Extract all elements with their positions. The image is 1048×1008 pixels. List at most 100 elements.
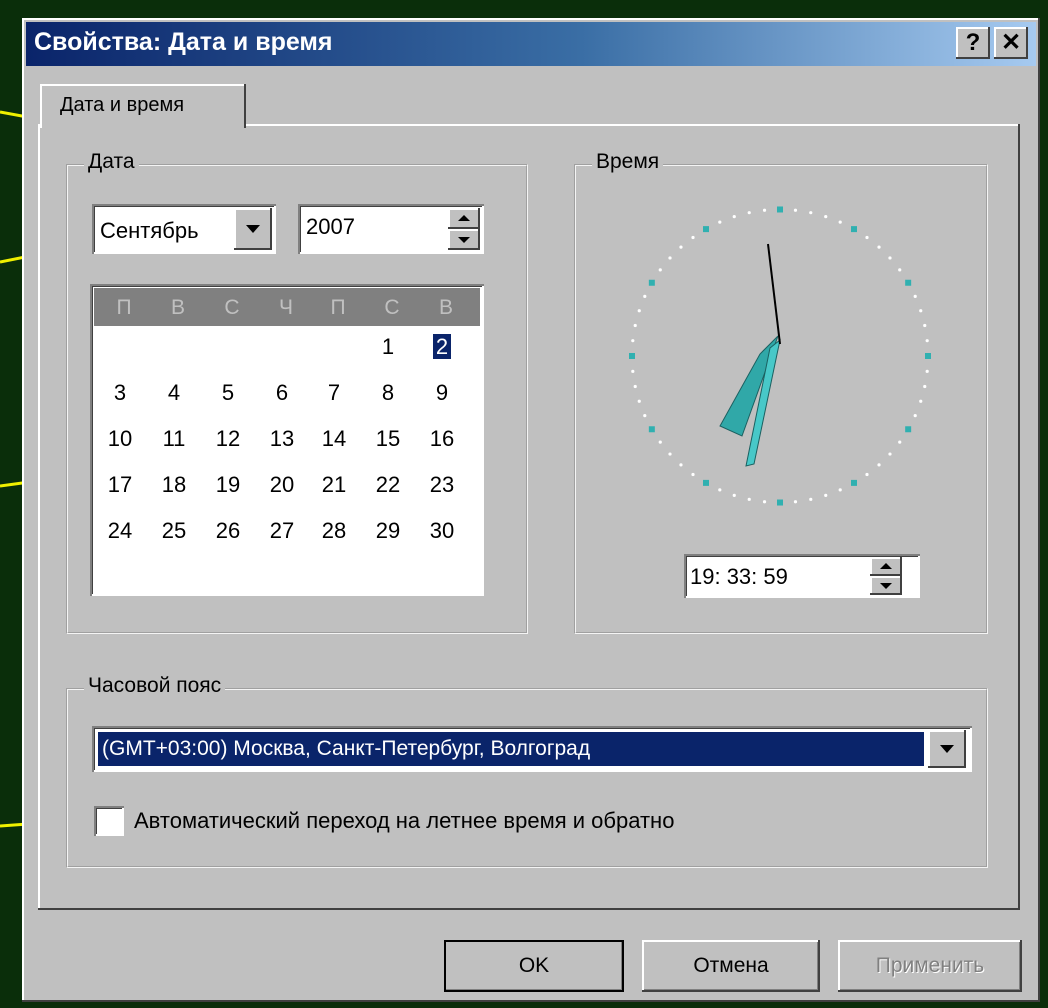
clock-minute-dot: [668, 452, 672, 456]
month-dropdown-button[interactable]: [234, 208, 272, 250]
ok-button[interactable]: OK: [444, 940, 624, 992]
clock-minute-dot: [631, 369, 635, 373]
calendar-day[interactable]: 28: [308, 518, 360, 544]
ok-label: OK: [518, 954, 550, 977]
clock-minute-dot: [898, 440, 902, 444]
arrow-up-icon: [880, 563, 892, 569]
calendar-day[interactable]: 10: [94, 426, 146, 452]
calendar-day[interactable]: 18: [148, 472, 200, 498]
month-select[interactable]: Сентябрь: [92, 204, 276, 254]
chevron-down-icon: [246, 225, 260, 233]
clock-hour-mark: [851, 226, 857, 233]
time-up-button[interactable]: [870, 557, 902, 576]
clock-minute-dot: [718, 220, 722, 224]
help-button[interactable]: ?: [956, 27, 990, 59]
weekday-label: П: [116, 296, 132, 319]
calendar-day[interactable]: 6: [256, 380, 308, 406]
calendar-day[interactable]: 9: [416, 380, 468, 406]
close-button[interactable]: ✕: [994, 27, 1028, 59]
month-value: Сентябрь: [100, 218, 199, 243]
clock-minute-dot: [637, 309, 641, 313]
calendar-day[interactable]: 25: [148, 518, 200, 544]
time-stepper[interactable]: 19: 33: 59: [684, 554, 920, 598]
clock-hour-mark: [703, 226, 709, 233]
clock-minute-dot: [809, 497, 813, 501]
calendar[interactable]: П В С Ч П С В 1 2 3 4 5 6 7 8 9 10 11 12 13 14 15 16 17 1…: [90, 284, 484, 596]
weekday-label: П: [330, 296, 346, 319]
timezone-group-label: Часовой пояс: [84, 674, 226, 698]
clock-minute-dot: [838, 220, 842, 224]
clock-minute-dot: [658, 268, 662, 272]
year-down-button[interactable]: [448, 229, 480, 250]
time-value: 19: 33: 59: [690, 564, 788, 589]
calendar-day[interactable]: 23: [416, 472, 468, 498]
timezone-select[interactable]: (GMT+03:00) Москва, Санкт-Петербург, Вол…: [92, 726, 972, 772]
calendar-day[interactable]: 24: [94, 518, 146, 544]
calendar-day[interactable]: 11: [148, 426, 200, 452]
calendar-day[interactable]: 7: [308, 380, 360, 406]
calendar-day[interactable]: 4: [148, 380, 200, 406]
clock-hour-mark: [703, 479, 709, 486]
clock-minute-dot: [679, 463, 683, 467]
calendar-day[interactable]: 12: [202, 426, 254, 452]
calendar-day[interactable]: 27: [256, 518, 308, 544]
clock-minute-dot: [691, 235, 695, 240]
calendar-day[interactable]: 19: [202, 472, 254, 498]
time-group-label: Время: [592, 150, 664, 174]
dst-checkbox[interactable]: [94, 806, 124, 836]
clock-minute-dot: [637, 399, 641, 403]
calendar-day[interactable]: 16: [416, 426, 468, 452]
clock-minute-dot: [925, 339, 929, 343]
clock-minute-dot: [732, 215, 736, 219]
arrow-down-icon: [458, 237, 470, 243]
arrow-down-icon: [880, 583, 892, 589]
clock-second-hand: [767, 243, 781, 345]
weekday-label: В: [170, 296, 185, 319]
clock-minute-dot: [747, 211, 751, 215]
calendar-day-selected[interactable]: 2: [416, 334, 468, 360]
clock-hour-mark: [905, 279, 912, 286]
clock-minute-dot: [762, 208, 767, 212]
calendar-day[interactable]: 26: [202, 518, 254, 544]
clock-minute-dot: [919, 309, 923, 313]
calendar-day[interactable]: 14: [308, 426, 360, 452]
close-icon: ✕: [1000, 29, 1022, 56]
year-up-button[interactable]: [448, 208, 480, 229]
arrow-up-icon: [458, 215, 470, 221]
year-stepper[interactable]: 2007: [298, 204, 484, 254]
calendar-day[interactable]: 17: [94, 472, 146, 498]
clock-minute-dot: [747, 497, 751, 501]
clock-minute-dot: [718, 488, 722, 492]
calendar-day[interactable]: 3: [94, 380, 146, 406]
apply-label: Применить: [875, 954, 985, 977]
calendar-day[interactable]: 5: [202, 380, 254, 406]
calendar-day[interactable]: 30: [416, 518, 468, 544]
clock-hour-mark: [925, 353, 931, 359]
tab-date-time[interactable]: Дата и время: [40, 84, 246, 128]
cancel-button[interactable]: Отмена: [642, 940, 820, 992]
clock-minute-dot: [824, 215, 828, 219]
time-down-button[interactable]: [870, 576, 902, 595]
clock-minute-dot: [658, 440, 662, 444]
calendar-day[interactable]: 21: [308, 472, 360, 498]
calendar-day[interactable]: 20: [256, 472, 308, 498]
chevron-down-icon: [940, 745, 954, 753]
clock-minute-dot: [898, 268, 902, 272]
calendar-day[interactable]: 8: [362, 380, 414, 406]
clock-hour-mark: [851, 479, 857, 486]
calendar-day[interactable]: 13: [256, 426, 308, 452]
calendar-day[interactable]: 22: [362, 472, 414, 498]
timezone-selected: (GMT+03:00) Москва, Санкт-Петербург, Вол…: [98, 732, 924, 766]
dst-label: Автоматический переход на летнее время и…: [134, 808, 675, 833]
calendar-day[interactable]: 29: [362, 518, 414, 544]
clock-minute-dot: [824, 493, 828, 497]
clock-minute-dot: [633, 384, 637, 389]
calendar-day[interactable]: 15: [362, 426, 414, 452]
clock-hour-mark: [648, 279, 655, 286]
timezone-dropdown-button[interactable]: [928, 730, 966, 768]
calendar-day[interactable]: 1: [362, 334, 414, 360]
apply-button[interactable]: Применить: [838, 940, 1022, 992]
clock-minute-dot: [923, 384, 927, 389]
clock-face-dots: [629, 206, 931, 506]
clock-hour-mark: [629, 353, 635, 359]
